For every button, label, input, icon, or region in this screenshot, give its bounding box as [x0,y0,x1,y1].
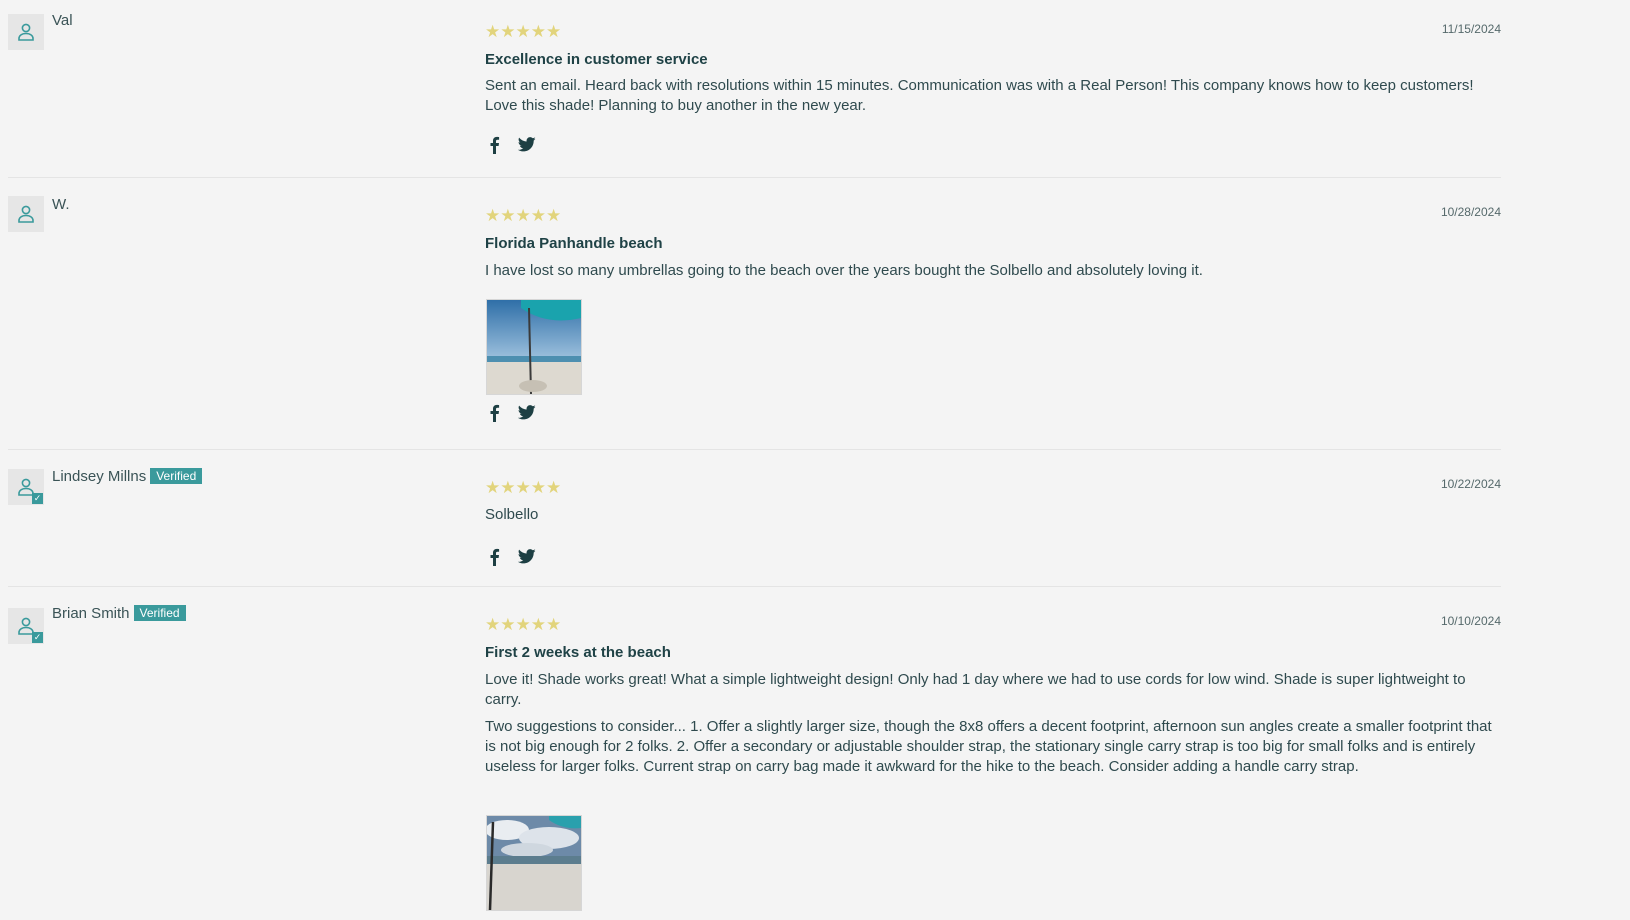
review-item: W. ★★★★★ 10/28/2024 Florida Panhandle be… [8,177,1501,450]
review-date: 10/10/2024 [1440,614,1501,628]
review-item: ✓ Brian Smith Verified ★★★★★ 10/10/2024 F… [8,586,1501,920]
user-icon [18,23,34,41]
reviewer-name: Lindsey Millns Verified [52,468,203,485]
review-body: Love it! Shade works great! What a simpl… [485,671,1466,708]
review-item: Val ★★★★★ 11/15/2024 Excellence in custo… [8,0,1501,178]
reviewer-avatar: ✓ [8,608,44,644]
twitter-icon[interactable] [518,549,536,564]
review-title: Excellence in customer service [485,51,708,68]
reviews-list: Val ★★★★★ 11/15/2024 Excellence in custo… [0,0,1630,920]
check-icon: ✓ [32,632,43,643]
review-title: First 2 weeks at the beach [485,644,671,661]
review-body: Sent an email. Heard back with resolutio… [485,77,1474,114]
review-title: Florida Panhandle beach [485,235,663,252]
user-icon [18,205,34,223]
review-date: 11/15/2024 [1441,22,1501,36]
star-rating: ★★★★★ [485,615,562,634]
reviewer-name: W. [52,196,70,213]
review-photo[interactable] [486,299,582,395]
beach-photo [487,816,581,910]
review-photo[interactable] [486,815,582,911]
star-rating: ★★★★★ [485,22,562,41]
verified-badge: Verified [133,605,186,621]
twitter-icon[interactable] [518,137,536,152]
beach-photo [487,300,581,394]
reviewer-avatar: ✓ [8,469,44,505]
verified-badge: Verified [150,468,203,484]
review-body: Solbello [485,506,539,523]
review-date: 10/28/2024 [1440,205,1501,219]
star-rating: ★★★★★ [485,206,562,225]
star-rating: ★★★★★ [485,478,562,497]
check-icon: ✓ [32,493,43,504]
review-body: I have lost so many umbrellas going to t… [485,262,1203,279]
reviewer-avatar [8,14,44,50]
review-item: ✓ Lindsey Millns Verified ★★★★★ 10/22/202… [8,449,1501,587]
twitter-icon[interactable] [518,405,536,420]
reviewer-avatar [8,196,44,232]
facebook-icon[interactable] [489,548,500,566]
reviewer-name: Brian Smith Verified [52,605,186,622]
review-date: 10/22/2024 [1440,477,1501,491]
facebook-icon[interactable] [489,404,500,422]
facebook-icon[interactable] [489,136,500,154]
review-body: Two suggestions to consider... 1. Offer … [485,718,1492,775]
reviewer-name: Val [52,12,73,29]
